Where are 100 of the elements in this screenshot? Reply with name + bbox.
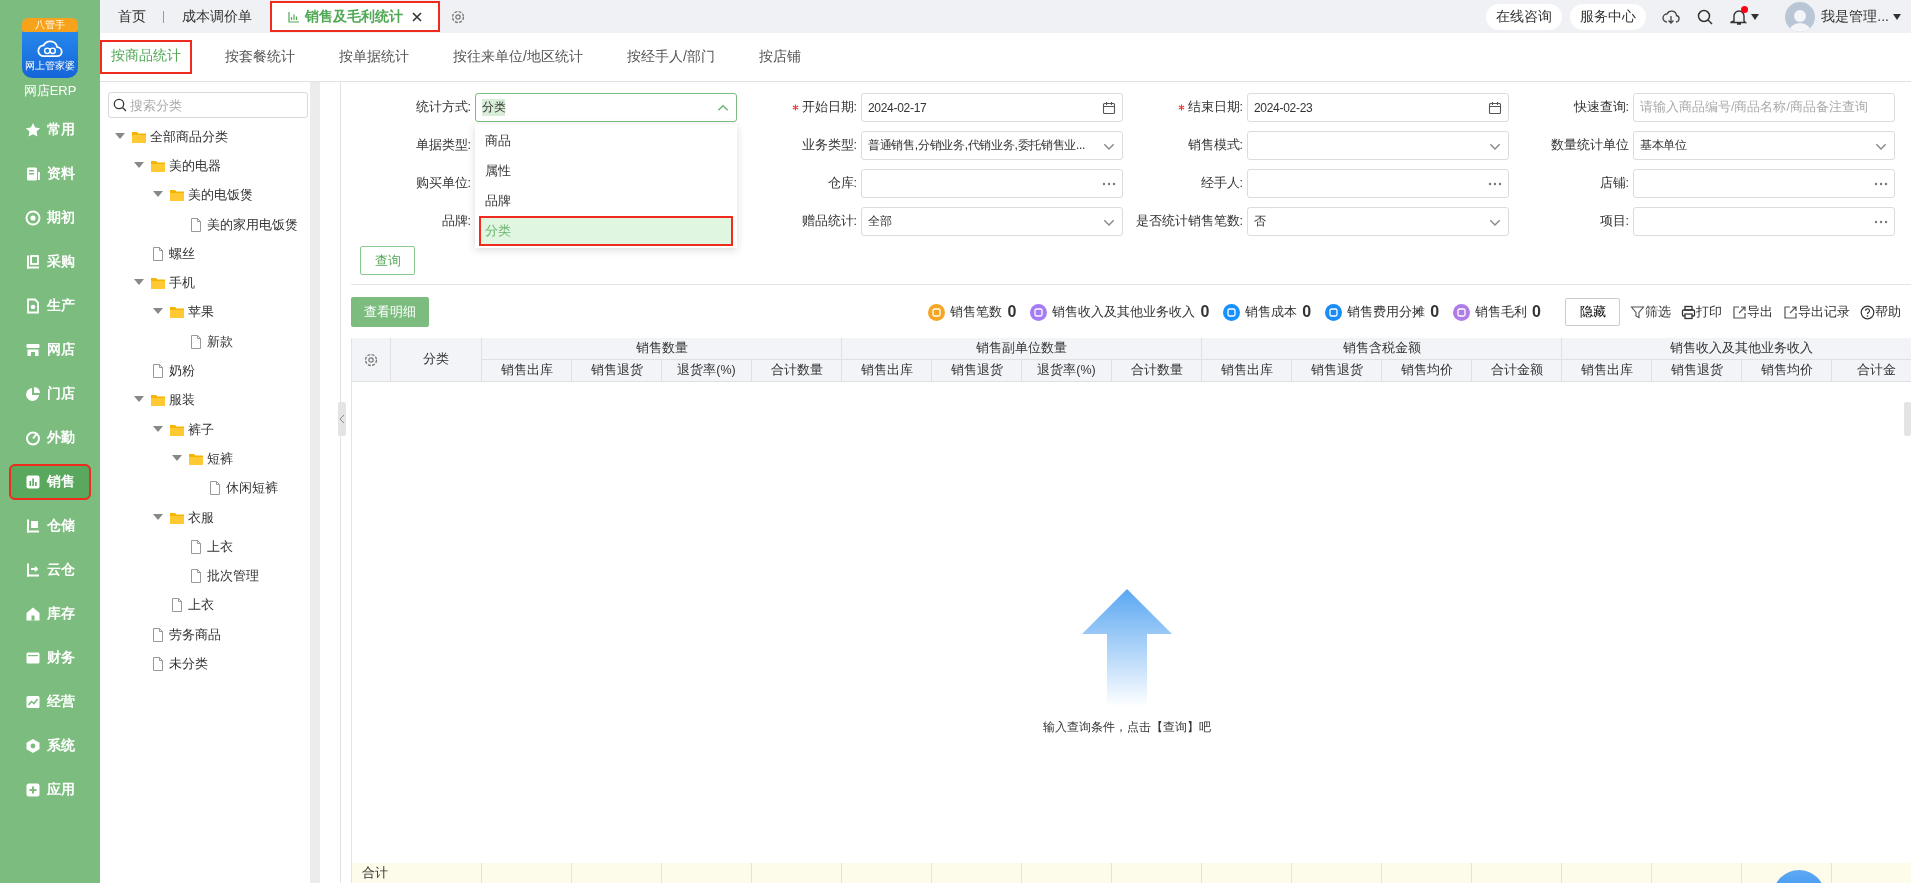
field-label: 品牌: <box>441 213 471 230</box>
field-label: 是否统计销售笔数: <box>1135 213 1243 230</box>
field-label: 赠品统计: <box>801 213 857 230</box>
tree-item[interactable]: 美的电饭煲 <box>188 186 253 205</box>
stat-label: 销售笔数 <box>950 303 1003 321</box>
user-name[interactable]: 我是管理... <box>1821 7 1889 26</box>
tab[interactable]: 按店铺 <box>747 40 812 74</box>
toolbar-link[interactable]: 导出 <box>1747 303 1773 321</box>
folder-icon <box>188 451 204 466</box>
select-field[interactable]: 分类 <box>475 93 737 122</box>
file-icon <box>188 539 204 554</box>
select-field[interactable]: 普通销售,分销业务,代销业务,委托销售业... <box>861 131 1123 160</box>
collapse-handle[interactable] <box>1904 402 1911 436</box>
tree-item[interactable]: 服装 <box>169 391 195 410</box>
bar-chart-icon <box>288 10 300 23</box>
empty-message: 输入查询条件，点击【查询】吧 <box>1043 719 1211 736</box>
tab[interactable]: 按套餐统计 <box>214 40 306 74</box>
hide-button[interactable]: 隐藏 <box>1565 298 1620 326</box>
date-field[interactable]: 2024-02-17 <box>861 93 1123 122</box>
select-field[interactable]: 否 <box>1247 207 1509 236</box>
field-label: 统计方式: <box>415 99 471 116</box>
tree-item[interactable]: 美的电器 <box>169 156 221 175</box>
picker-field[interactable] <box>1633 207 1895 236</box>
header-button[interactable]: 在线咨询 <box>1486 3 1563 30</box>
tree-item[interactable]: 手机 <box>169 274 195 293</box>
caret-icon[interactable] <box>1893 13 1901 20</box>
stat-value: 0 <box>1430 303 1440 321</box>
tab[interactable]: 按往来单位/地区统计 <box>442 40 594 74</box>
field-label: 快速查询: <box>1573 99 1629 116</box>
tab[interactable]: 成本调价单 <box>164 0 270 33</box>
dropdown-option[interactable]: 品牌 <box>475 186 737 216</box>
field-label: 结束日期: <box>1187 99 1243 116</box>
folder-icon <box>150 158 166 173</box>
stat-value: 0 <box>1200 303 1210 321</box>
tree-item[interactable]: 螺丝 <box>169 244 195 263</box>
tree-item[interactable]: 短裤 <box>207 449 233 468</box>
file-icon <box>188 334 204 349</box>
settings-icon[interactable] <box>450 8 466 25</box>
tree-item[interactable]: 新款 <box>207 332 233 351</box>
tree-item[interactable]: 奶粉 <box>169 362 195 380</box>
bell-icon[interactable] <box>1730 7 1749 26</box>
tree-item[interactable]: 全部商品分类 <box>150 127 228 146</box>
cloud-download-icon[interactable] <box>1662 7 1681 26</box>
wallet-icon <box>25 650 41 666</box>
column-group-header: 销售副单位数量 <box>842 338 1202 360</box>
picker-field[interactable] <box>1633 169 1895 198</box>
tree-item[interactable]: 美的家用电饭煲 <box>207 215 298 234</box>
picker-field[interactable] <box>1247 169 1509 198</box>
tree-item[interactable]: 衣服 <box>188 508 214 527</box>
search-field[interactable]: 搜索分类 <box>108 92 308 118</box>
header-button[interactable]: 服务中心 <box>1570 3 1647 30</box>
column-header: 合计数量 <box>752 360 842 382</box>
scrollbar[interactable] <box>310 82 320 883</box>
toolbar-link[interactable]: 导出记录 <box>1798 303 1850 321</box>
date-field[interactable]: 2024-02-23 <box>1247 93 1509 122</box>
toolbar-link[interactable]: 筛选 <box>1645 303 1671 321</box>
tree-item[interactable]: 裤子 <box>188 420 214 439</box>
field-label: 销售模式: <box>1187 137 1243 154</box>
close-icon[interactable] <box>412 11 422 22</box>
dropdown-option[interactable]: 属性 <box>475 156 737 186</box>
toolbar-link[interactable]: 打印 <box>1696 303 1722 321</box>
select-field[interactable]: 全部 <box>861 207 1123 236</box>
store-icon <box>25 342 41 358</box>
tab[interactable]: 首页 <box>100 0 164 33</box>
tree-item[interactable]: 批次管理 <box>207 567 259 586</box>
caret-icon[interactable] <box>1751 13 1760 20</box>
tree-item[interactable]: 上衣 <box>188 596 214 615</box>
select-field[interactable] <box>1247 131 1509 160</box>
tab[interactable]: 按经手人/部门 <box>615 40 726 74</box>
tab[interactable]: 按单据统计 <box>328 40 420 74</box>
tree-item[interactable]: 苹果 <box>188 303 214 322</box>
dropdown-option[interactable]: 商品 <box>475 126 737 156</box>
cloud-icon <box>36 40 64 58</box>
picker-field[interactable] <box>861 169 1123 198</box>
tree-item[interactable]: 未分类 <box>169 655 208 673</box>
collapse-handle[interactable] <box>338 402 346 436</box>
stat-value: 0 <box>1532 303 1541 321</box>
toolbar-link[interactable]: 帮助 <box>1875 303 1901 321</box>
column-header: 销售出库 <box>842 360 932 382</box>
hexagon-icon <box>25 738 41 754</box>
column-header: 销售退货 <box>932 360 1022 382</box>
filter-icon <box>1630 304 1645 320</box>
plus-icon <box>25 782 41 798</box>
search-icon[interactable] <box>1696 7 1715 26</box>
field-label: 店铺: <box>1599 175 1629 192</box>
column-header: 合计金 <box>1832 360 1911 382</box>
file-icon <box>207 481 223 496</box>
field-label: 开始日期: <box>801 99 857 116</box>
settings-icon[interactable] <box>363 351 379 368</box>
select-field[interactable]: 基本单位 <box>1633 131 1895 160</box>
tree-item[interactable]: 劳务商品 <box>169 625 221 644</box>
column-header: 分类 <box>391 338 482 382</box>
pie-chart-icon <box>25 386 41 402</box>
file-icon <box>169 598 185 613</box>
folder-icon <box>150 276 166 291</box>
tree-item[interactable]: 休闲短裤 <box>226 479 278 498</box>
clipboard-icon <box>25 562 41 578</box>
tree-item[interactable]: 上衣 <box>207 537 233 556</box>
document-icon <box>25 298 41 314</box>
logo-caption: 网上管家婆 <box>25 59 75 73</box>
